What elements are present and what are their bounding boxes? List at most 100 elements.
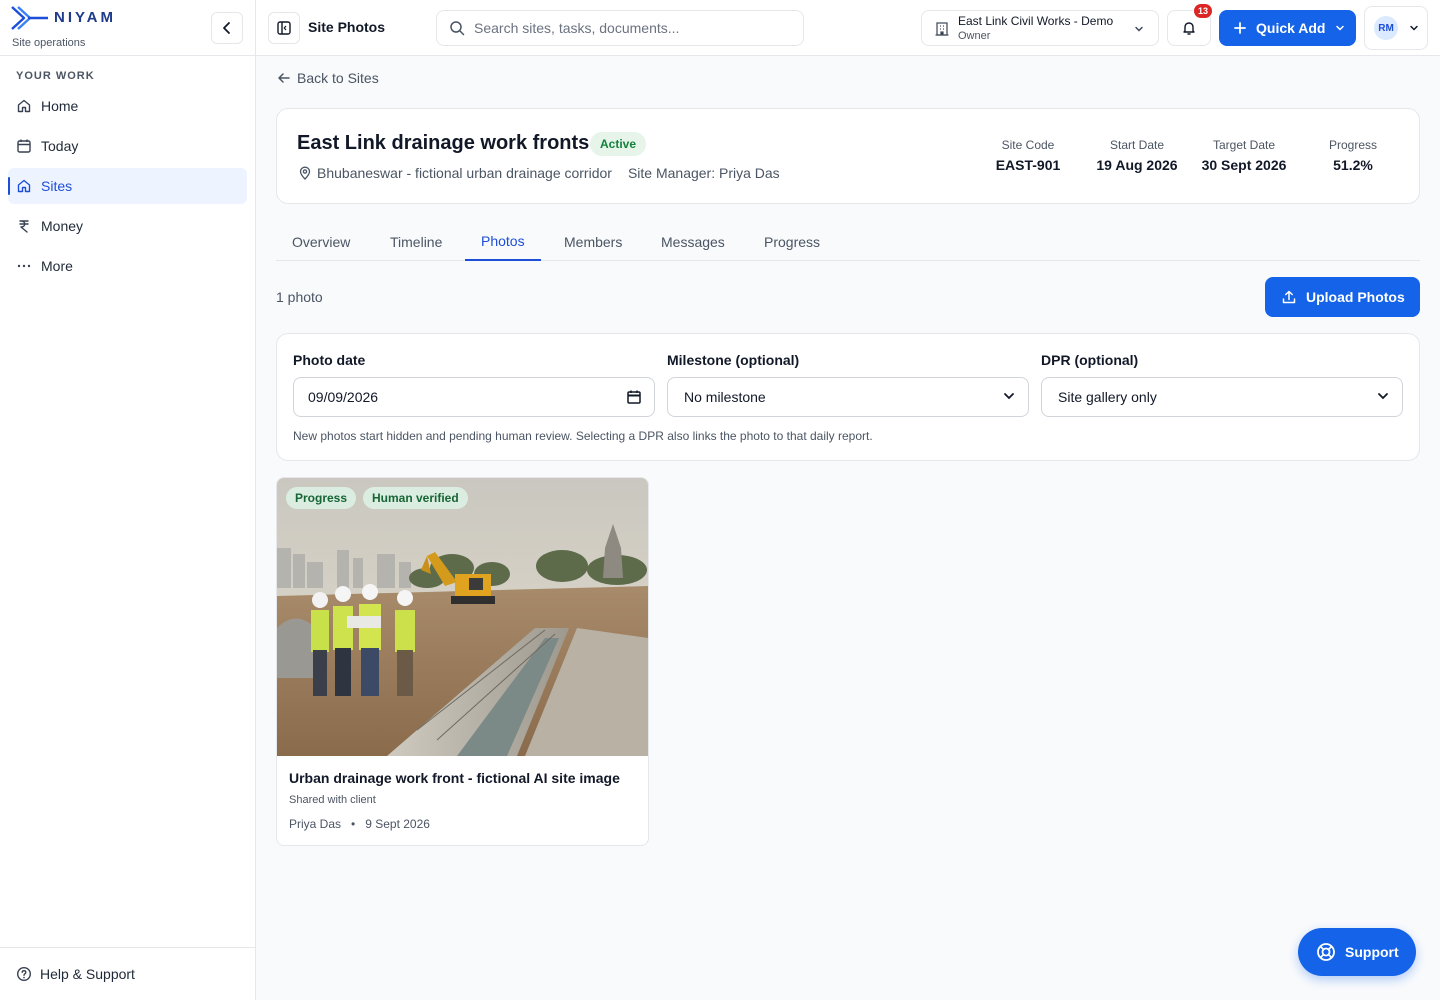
milestone-value: No milestone (684, 389, 766, 405)
plus-icon (1234, 22, 1246, 34)
quick-add-button[interactable]: Quick Add (1219, 10, 1356, 46)
photo-date: 9 Sept 2026 (365, 817, 430, 831)
search-box[interactable] (436, 10, 804, 46)
chevron-down-icon (1002, 389, 1016, 403)
home-icon (16, 98, 32, 114)
brand-name: NIYAM (54, 9, 116, 26)
user-menu[interactable]: RM (1364, 6, 1428, 50)
photo-date-input[interactable]: 09/09/2026 (293, 377, 655, 417)
calendar-icon (16, 138, 32, 154)
help-support-label: Help & Support (40, 966, 135, 982)
status-badge: Active (590, 132, 647, 156)
topbar: Site Photos East Link Civil Works - Demo… (256, 0, 1440, 56)
lifebuoy-icon (1317, 943, 1335, 961)
chevron-down-icon (1408, 22, 1420, 34)
sidebar-item-home[interactable]: Home (8, 88, 247, 124)
tag-human-verified: Human verified (363, 487, 468, 509)
site-title: East Link drainage work fronts (297, 132, 590, 154)
niyam-logo-icon (11, 6, 48, 30)
arrow-left-icon (277, 71, 291, 85)
panel-left-icon (277, 21, 291, 35)
search-icon (450, 21, 465, 36)
photo-title: Urban drainage work front - fictional AI… (289, 770, 620, 786)
upload-label: Upload Photos (1306, 289, 1405, 305)
sidebar-item-money[interactable]: Money (8, 208, 247, 244)
stat-value: 19 Aug 2026 (1096, 157, 1178, 173)
support-label: Support (1345, 944, 1399, 960)
help-support-link[interactable]: Help & Support (0, 947, 256, 1000)
sidebar-divider (0, 55, 256, 56)
help-circle-icon (16, 966, 32, 982)
calendar-icon[interactable] (626, 389, 642, 405)
site-header-card: East Link drainage work fronts Active Bh… (276, 108, 1420, 204)
sidebar-item-today[interactable]: Today (8, 128, 247, 164)
stat-progress: Progress 51.2% (1318, 138, 1388, 173)
notification-count-badge: 13 (1193, 3, 1214, 19)
tab-timeline[interactable]: Timeline (374, 222, 458, 261)
dpr-label: DPR (optional) (1041, 352, 1139, 368)
site-photo[interactable] (277, 478, 648, 756)
sidebar-item-label: Sites (41, 178, 73, 194)
stat-value: 51.2% (1333, 157, 1373, 173)
photo-card[interactable]: Progress Human verified Urban drainage w… (276, 477, 649, 846)
brand-subtitle: Site operations (12, 37, 86, 49)
chevron-down-icon (1376, 389, 1390, 403)
photo-meta: Priya Das • 9 Sept 2026 (289, 817, 430, 831)
upload-icon (1282, 290, 1296, 304)
tab-photos[interactable]: Photos (465, 222, 541, 261)
stat-label: Target Date (1212, 138, 1276, 152)
upload-options-form: Photo date 09/09/2026 Milestone (optiona… (276, 333, 1420, 461)
building-icon (935, 22, 949, 36)
form-note: New photos start hidden and pending huma… (293, 429, 873, 443)
photo-visibility: Shared with client (289, 794, 376, 806)
sidebar-item-more[interactable]: More (8, 248, 247, 284)
tab-progress[interactable]: Progress (748, 222, 836, 261)
support-button[interactable]: Support (1298, 928, 1416, 976)
org-name: East Link Civil Works - Demo (958, 14, 1114, 28)
back-to-sites-link[interactable]: Back to Sites (277, 70, 379, 86)
site-manager: Site Manager: Priya Das (627, 165, 780, 181)
tab-members[interactable]: Members (548, 222, 638, 261)
org-switcher[interactable]: East Link Civil Works - Demo Owner (921, 10, 1159, 46)
tab-overview[interactable]: Overview (276, 222, 366, 261)
more-icon (16, 258, 32, 274)
sidebar-item-label: More (41, 258, 73, 274)
sidebar-item-sites[interactable]: Sites (8, 168, 247, 204)
stat-label: Start Date (1109, 138, 1165, 152)
rupee-icon (16, 218, 32, 234)
back-label: Back to Sites (297, 70, 379, 86)
photo-date-label: Photo date (293, 352, 366, 368)
dpr-select[interactable]: Site gallery only (1041, 377, 1403, 417)
upload-photos-button[interactable]: Upload Photos (1265, 277, 1420, 317)
search-input[interactable] (474, 20, 794, 36)
sidebar-item-label: Money (41, 218, 84, 234)
org-role: Owner (958, 30, 991, 42)
sidebar-nav: Home Today Sites Money More (8, 88, 247, 288)
site-meta: Bhubaneswar - fictional urban drainage c… (298, 165, 780, 181)
stat-label: Site Code (1001, 138, 1055, 152)
stat-value: 30 Sept 2026 (1201, 157, 1287, 173)
stat-site-code: Site Code EAST-901 (988, 138, 1068, 173)
stat-start-date: Start Date 19 Aug 2026 (1087, 138, 1187, 173)
photo-author: Priya Das (289, 817, 342, 831)
stat-target-date: Target Date 30 Sept 2026 (1194, 138, 1294, 173)
bell-icon (1183, 22, 1195, 35)
toggle-panel-button[interactable] (268, 12, 300, 44)
avatar: RM (1374, 16, 1398, 40)
chevron-down-icon (1135, 26, 1143, 32)
photo-date-value: 09/09/2026 (308, 389, 379, 405)
collapse-sidebar-button[interactable] (211, 12, 243, 44)
site-tabs: Overview Timeline Photos Members Message… (276, 222, 1420, 261)
tag-progress: Progress (286, 487, 357, 509)
sidebar-item-label: Home (41, 98, 79, 114)
chevron-down-icon (1334, 22, 1346, 34)
sidebar: NIYAM Site operations YOUR WORK Home Tod… (0, 0, 256, 1000)
quick-add-label: Quick Add (1256, 20, 1326, 36)
tab-messages[interactable]: Messages (645, 222, 741, 261)
site-location: Bhubaneswar - fictional urban drainage c… (317, 165, 612, 181)
milestone-label: Milestone (optional) (667, 352, 800, 368)
milestone-select[interactable]: No milestone (667, 377, 1029, 417)
home-icon (16, 178, 32, 194)
meta-separator: • (351, 817, 356, 831)
stat-label: Progress (1328, 138, 1378, 152)
